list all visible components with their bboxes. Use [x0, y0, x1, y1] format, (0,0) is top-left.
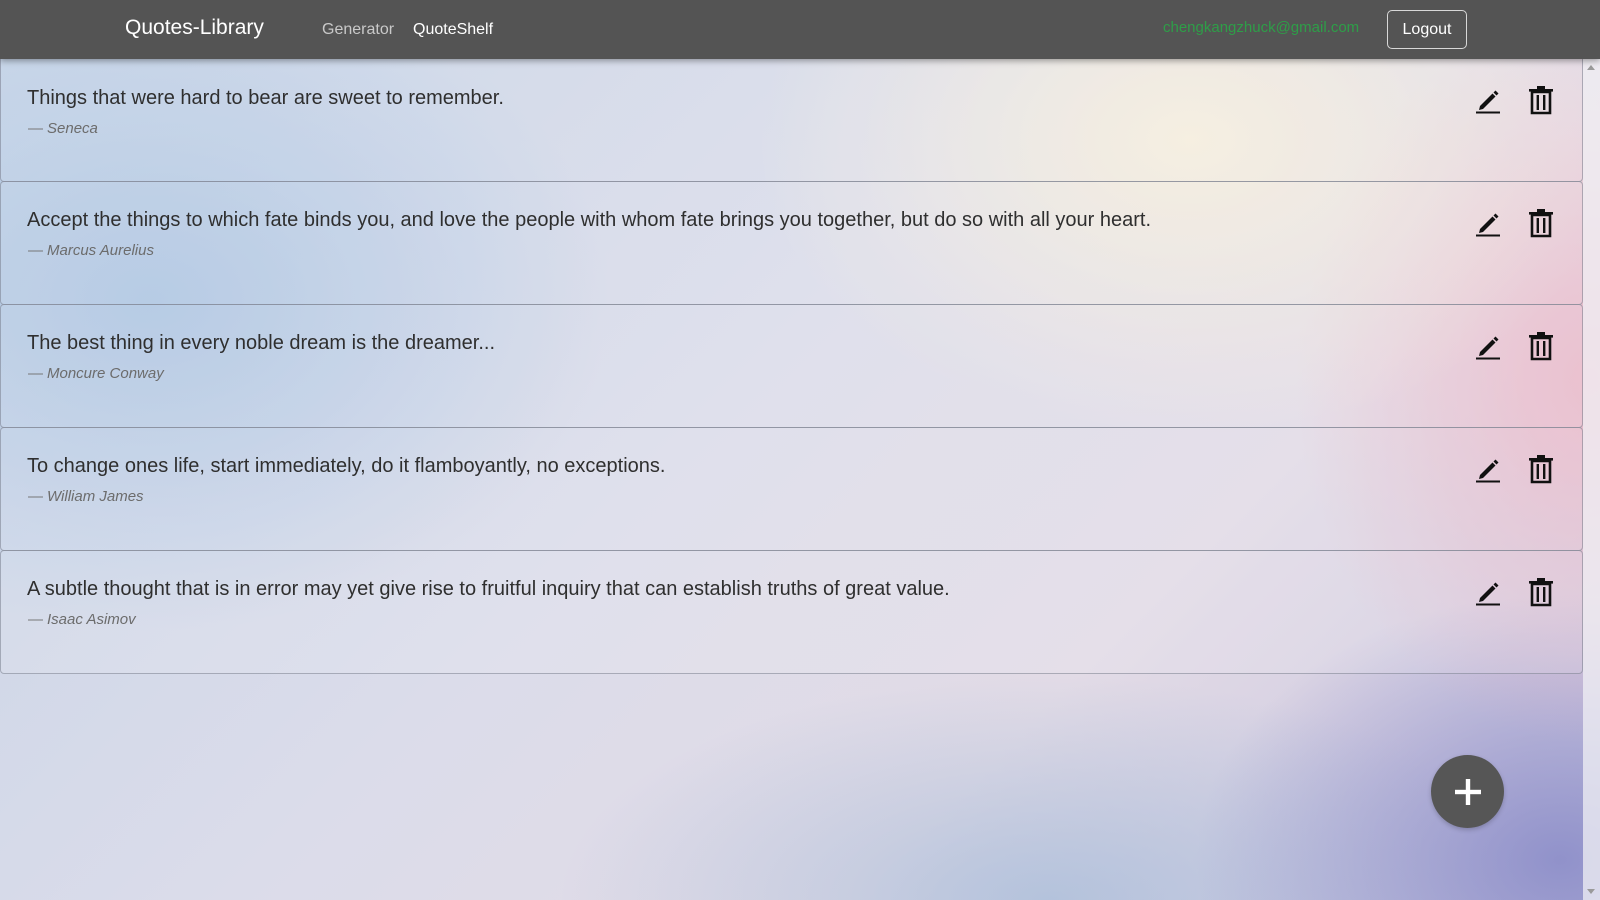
edit-quote-button[interactable] [1471, 83, 1505, 117]
pencil-icon [1476, 459, 1500, 483]
quote-text: Accept the things to which fate binds yo… [27, 209, 1152, 231]
logout-button[interactable]: Logout [1387, 10, 1467, 49]
delete-quote-button[interactable] [1524, 575, 1558, 609]
nav-link-quoteshelf[interactable]: QuoteShelf [413, 21, 493, 39]
quote-text: To change ones life, start immediately, … [27, 455, 666, 477]
trash-icon [1529, 578, 1553, 607]
nav-link-generator[interactable]: Generator [322, 21, 394, 39]
delete-quote-button[interactable] [1524, 83, 1558, 117]
author-name: Marcus Aurelius [47, 242, 154, 259]
quote-card: Accept the things to which fate binds yo… [0, 181, 1583, 305]
author-dash: — [28, 120, 43, 137]
pencil-icon [1476, 90, 1500, 114]
author-name: William James [47, 488, 144, 505]
author-name: Moncure Conway [47, 365, 164, 382]
quote-card: Things that were hard to bear are sweet … [0, 59, 1583, 182]
delete-quote-button[interactable] [1524, 452, 1558, 486]
quote-author: — Moncure Conway [28, 365, 164, 382]
author-name: Seneca [47, 120, 98, 137]
scroll-up-arrow-icon[interactable] [1587, 65, 1595, 70]
quote-text: A subtle thought that is in error may ye… [27, 578, 950, 600]
scroll-down-arrow-icon[interactable] [1587, 889, 1595, 894]
delete-quote-button[interactable] [1524, 329, 1558, 363]
edit-quote-button[interactable] [1471, 206, 1505, 240]
quote-author: — William James [28, 488, 144, 505]
user-email: chengkangzhuck@gmail.com [1163, 19, 1360, 36]
quote-card: A subtle thought that is in error may ye… [0, 550, 1583, 674]
pencil-icon [1476, 582, 1500, 606]
brand-link[interactable]: Quotes-Library [125, 16, 264, 40]
add-quote-button[interactable] [1431, 755, 1504, 828]
author-dash: — [28, 611, 43, 628]
top-navbar: Quotes-Library Generator QuoteShelf chen… [0, 0, 1600, 59]
plus-icon [1454, 778, 1481, 805]
author-name: Isaac Asimov [47, 611, 136, 628]
edit-quote-button[interactable] [1471, 452, 1505, 486]
author-dash: — [28, 365, 43, 382]
quote-author: — Isaac Asimov [28, 611, 136, 628]
edit-quote-button[interactable] [1471, 575, 1505, 609]
delete-quote-button[interactable] [1524, 206, 1558, 240]
quote-text: Things that were hard to bear are sweet … [27, 87, 504, 109]
quote-list: Things that were hard to bear are sweet … [0, 59, 1583, 674]
trash-icon [1529, 209, 1553, 238]
trash-icon [1529, 332, 1553, 361]
quote-card: The best thing in every noble dream is t… [0, 304, 1583, 428]
quote-author: — Seneca [28, 120, 98, 137]
pencil-icon [1476, 213, 1500, 237]
author-dash: — [28, 488, 43, 505]
quote-card: To change ones life, start immediately, … [0, 427, 1583, 551]
edit-quote-button[interactable] [1471, 329, 1505, 363]
vertical-scrollbar[interactable] [1583, 59, 1600, 900]
quote-text: The best thing in every noble dream is t… [27, 332, 496, 354]
trash-icon [1529, 455, 1553, 484]
quote-author: — Marcus Aurelius [28, 242, 154, 259]
pencil-icon [1476, 336, 1500, 360]
trash-icon [1529, 86, 1553, 115]
author-dash: — [28, 242, 43, 259]
